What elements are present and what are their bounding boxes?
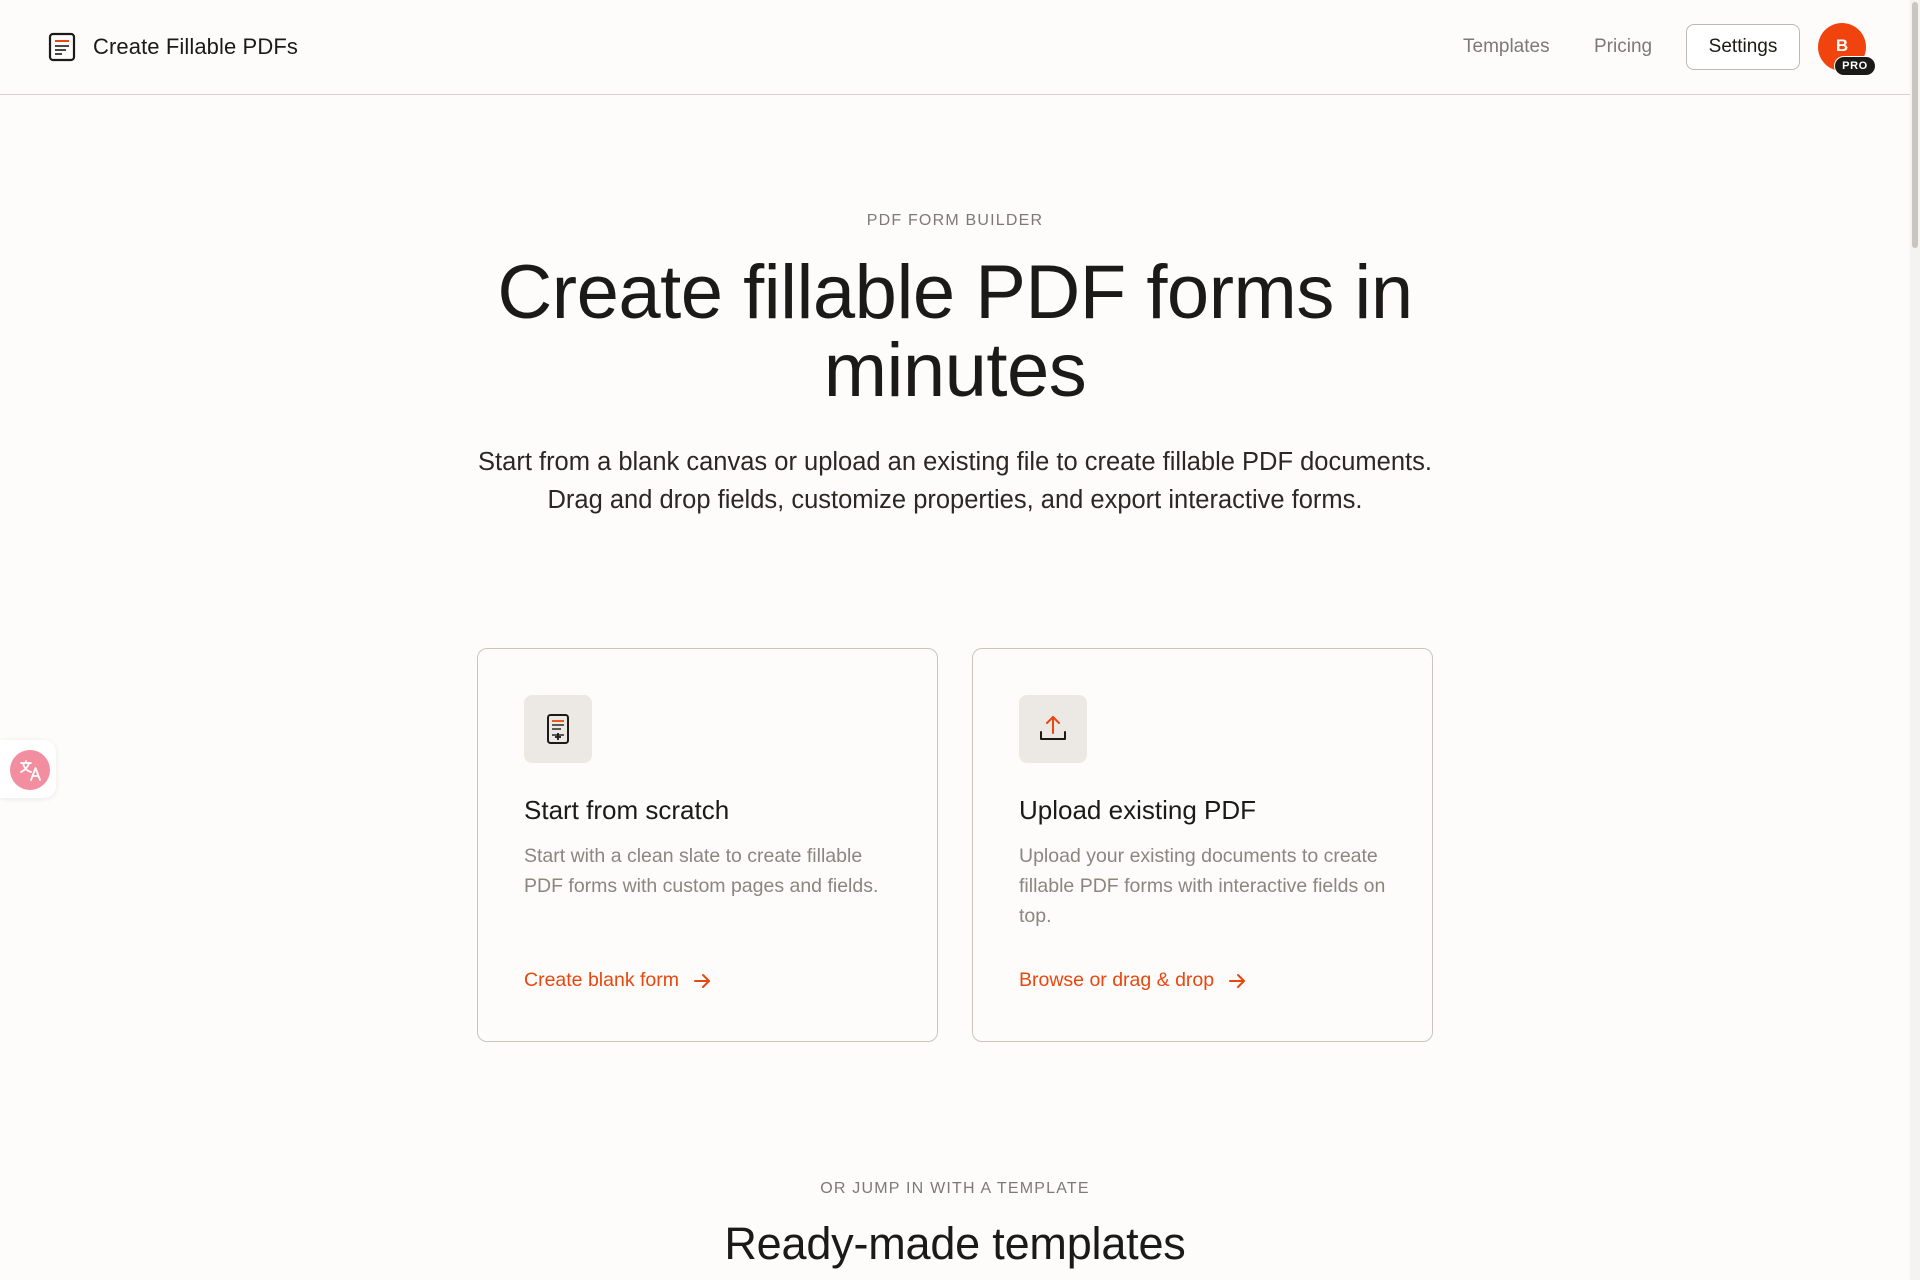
templates-section-title: Ready-made templates <box>724 1218 1186 1269</box>
nav-pricing-link[interactable]: Pricing <box>1594 36 1652 58</box>
card-title: Upload existing PDF <box>1019 795 1256 825</box>
pro-plan-badge: PRO <box>1834 56 1876 76</box>
settings-button[interactable]: Settings <box>1686 24 1800 70</box>
translate-widget[interactable] <box>0 740 56 798</box>
upload-existing-pdf-card[interactable]: Upload existing PDF Upload your existing… <box>972 648 1433 1042</box>
card-icon-box <box>524 695 592 763</box>
hero-subtitle: Start from a blank canvas or upload an e… <box>478 448 1432 514</box>
page-scrollbar[interactable] <box>1910 0 1920 1280</box>
card-title: Start from scratch <box>524 795 730 825</box>
translate-icon <box>10 750 50 790</box>
card-description: Upload your existing documents to create… <box>1019 845 1386 927</box>
card-link-label: Browse or drag & drop <box>1019 969 1215 991</box>
card-icon-box <box>1019 695 1087 763</box>
arrow-right-icon <box>1229 973 1246 988</box>
card-link-label: Create blank form <box>524 969 679 991</box>
card-description: Start with a clean slate to create filla… <box>524 845 879 897</box>
brand[interactable]: Create Fillable PDFs <box>47 32 298 62</box>
scrollbar-thumb[interactable] <box>1912 2 1918 248</box>
arrow-right-icon <box>693 973 710 988</box>
create-blank-form-link[interactable]: Create blank form <box>524 969 711 992</box>
hero-eyebrow: PDF FORM BUILDER <box>866 212 1044 229</box>
upload-icon <box>1040 716 1066 740</box>
browse-or-drag-drop-link[interactable]: Browse or drag & drop <box>1019 969 1246 992</box>
form-document-icon <box>547 714 569 744</box>
nav-templates-link[interactable]: Templates <box>1463 36 1550 58</box>
brand-title: Create Fillable PDFs <box>93 34 298 59</box>
hero-title: Create fillable PDF forms in minutes <box>497 250 1413 413</box>
top-navbar: Create Fillable PDFs Templates Pricing S… <box>0 0 1910 95</box>
document-logo-icon <box>48 32 76 62</box>
start-from-scratch-card[interactable]: Start from scratch Start with a clean sl… <box>477 648 938 1042</box>
templates-eyebrow: OR JUMP IN WITH A TEMPLATE <box>820 1180 1090 1197</box>
